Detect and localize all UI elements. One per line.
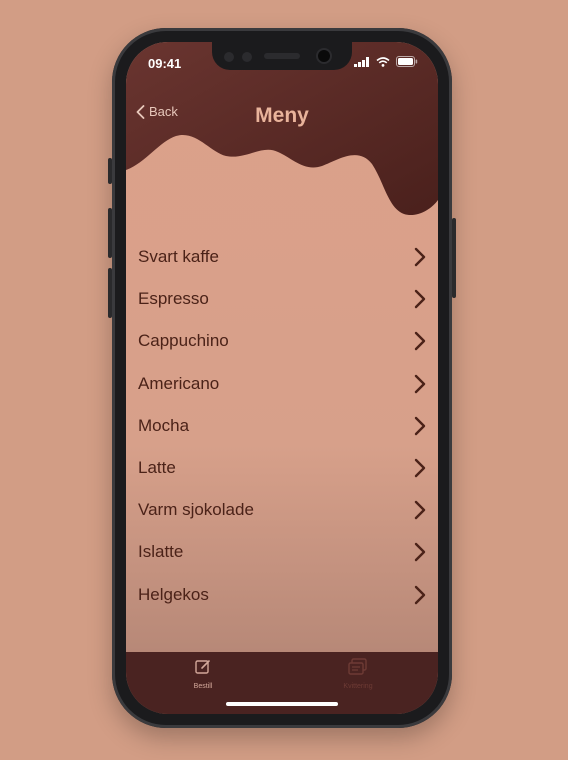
menu-item-cappuchino[interactable]: Cappuchino <box>126 320 438 362</box>
tab-bar: Bestill Kvittering <box>126 652 438 714</box>
cellular-signal-icon <box>354 56 369 67</box>
earpiece-speaker <box>264 53 300 59</box>
menu-item-svart-kaffe[interactable]: Svart kaffe <box>126 236 438 278</box>
battery-icon <box>396 56 418 67</box>
menu-item-varm-sjokolade[interactable]: Varm sjokolade <box>126 489 438 531</box>
chevron-right-icon <box>414 501 426 520</box>
volume-up-button <box>108 208 112 258</box>
tab-bestill[interactable]: Bestill <box>163 658 243 690</box>
menu-item-label: Varm sjokolade <box>138 500 254 520</box>
front-camera <box>318 50 330 62</box>
home-indicator[interactable] <box>226 702 338 706</box>
tab-label: Bestill <box>193 683 213 690</box>
menu-item-helgekos[interactable]: Helgekos <box>126 574 438 616</box>
menu-list: Svart kaffe Espresso Cappuchino American… <box>126 236 438 616</box>
menu-item-islatte[interactable]: Islatte <box>126 531 438 573</box>
status-time: 09:41 <box>148 56 182 71</box>
chevron-right-icon <box>414 585 426 604</box>
menu-item-latte[interactable]: Latte <box>126 447 438 489</box>
sensor-dot <box>242 52 252 62</box>
notch <box>212 42 352 70</box>
receipt-icon <box>348 658 367 675</box>
volume-down-button <box>108 268 112 318</box>
chevron-right-icon <box>414 416 426 436</box>
power-button <box>452 218 456 298</box>
chevron-right-icon <box>414 543 426 562</box>
sensor-dot <box>224 52 234 62</box>
wifi-icon <box>376 56 390 67</box>
chevron-right-icon <box>414 247 426 267</box>
app-screen: 09:41 Back Meny Svart kaffe Espresso Cap… <box>126 42 438 714</box>
menu-item-americano[interactable]: Americano <box>126 363 438 405</box>
tab-label: Kvittering <box>343 683 373 690</box>
mute-switch <box>108 158 112 184</box>
menu-item-label: Espresso <box>138 289 209 309</box>
status-icons <box>354 56 418 67</box>
menu-item-label: Svart kaffe <box>138 247 219 267</box>
phone-frame: 09:41 Back Meny Svart kaffe Espresso Cap… <box>108 28 456 728</box>
menu-item-label: Americano <box>138 373 220 393</box>
menu-item-label: Helgekos <box>138 584 209 604</box>
menu-item-label: Latte <box>138 458 176 478</box>
chevron-right-icon <box>414 374 426 393</box>
tab-kvittering[interactable]: Kvittering <box>318 658 398 690</box>
menu-item-mocha[interactable]: Mocha <box>126 405 438 447</box>
menu-item-label: Cappuchino <box>138 331 229 351</box>
menu-item-label: Mocha <box>138 415 190 435</box>
compose-icon <box>195 660 210 674</box>
menu-item-espresso[interactable]: Espresso <box>126 278 438 320</box>
menu-item-label: Islatte <box>138 542 184 562</box>
chevron-right-icon <box>414 458 426 478</box>
chevron-right-icon <box>414 290 426 309</box>
chevron-right-icon <box>414 332 426 351</box>
page-title: Meny <box>255 104 309 127</box>
